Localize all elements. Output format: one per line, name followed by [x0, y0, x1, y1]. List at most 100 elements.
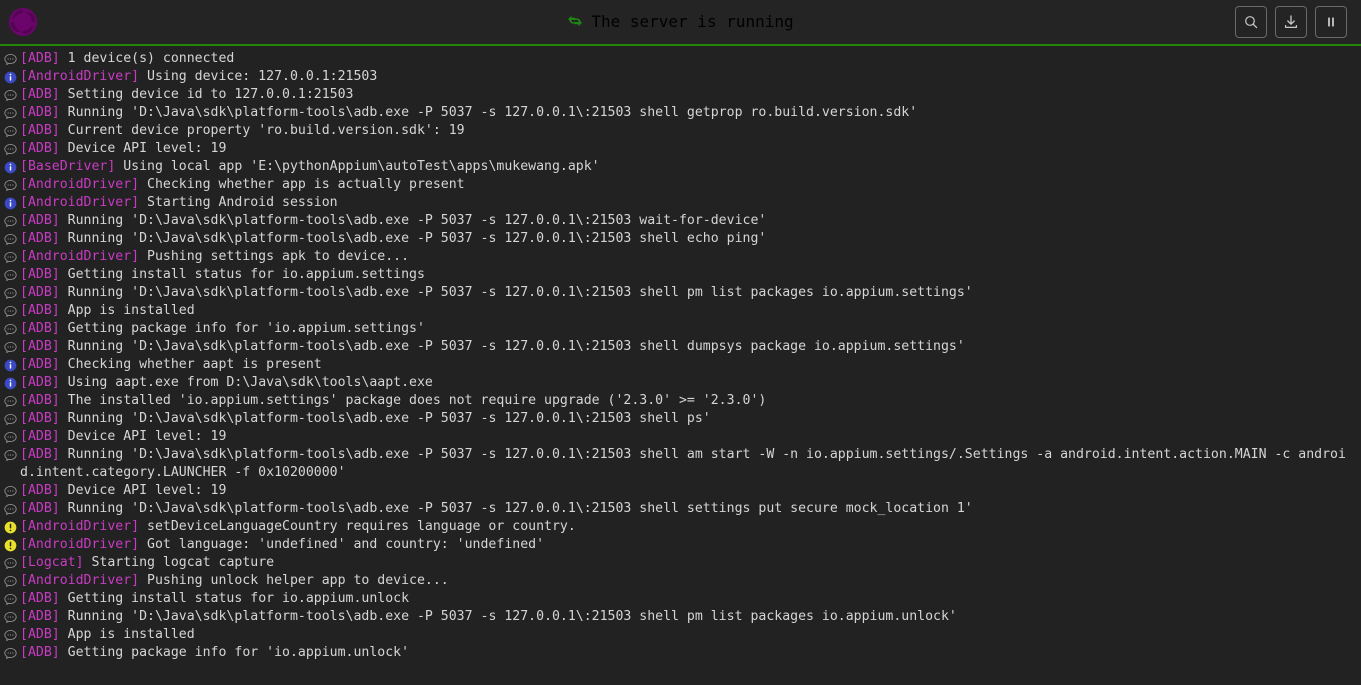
log-line: [ADB] Device API level: 19: [0, 428, 1361, 446]
debug-icon: [0, 338, 20, 356]
debug-icon: [0, 140, 20, 158]
log-line-text: [AndroidDriver] Pushing settings apk to …: [20, 248, 1357, 266]
log-tag: [ADB]: [20, 321, 60, 336]
log-line-text: [ADB] Running 'D:\Java\sdk\platform-tool…: [20, 284, 1357, 302]
log-line: [ADB] Getting install status for io.appi…: [0, 590, 1361, 608]
download-logs-button[interactable]: [1275, 6, 1307, 38]
log-line: [ADB] Using aapt.exe from D:\Java\sdk\to…: [0, 374, 1361, 392]
log-message: Checking whether app is actually present: [139, 177, 465, 192]
log-line-text: [ADB] Running 'D:\Java\sdk\platform-tool…: [20, 212, 1357, 230]
warning-icon: [0, 536, 20, 554]
log-tag: [BaseDriver]: [20, 159, 116, 174]
info-icon: [0, 374, 20, 392]
log-tag: [ADB]: [20, 213, 60, 228]
log-message: 1 device(s) connected: [59, 51, 235, 66]
log-tag: [ADB]: [20, 123, 60, 138]
debug-icon: [0, 104, 20, 122]
log-line-text: [ADB] Running 'D:\Java\sdk\platform-tool…: [20, 410, 1357, 428]
log-line-text: [ADB] Running 'D:\Java\sdk\platform-tool…: [20, 230, 1357, 248]
log-line-text: [ADB] The installed 'io.appium.settings'…: [20, 392, 1357, 410]
log-line-text: [ADB] Setting device id to 127.0.0.1:215…: [20, 86, 1357, 104]
log-line: [ADB] Getting package info for 'io.appiu…: [0, 320, 1361, 338]
log-line-text: [Logcat] Starting logcat capture: [20, 554, 1357, 572]
log-tag: [ADB]: [20, 483, 60, 498]
search-button[interactable]: [1235, 6, 1267, 38]
log-message: Starting logcat capture: [83, 555, 275, 570]
log-message: Using device: 127.0.0.1:21503: [139, 69, 378, 84]
log-line-text: [ADB] Getting install status for io.appi…: [20, 266, 1357, 284]
log-message: Running 'D:\Java\sdk\platform-tools\adb.…: [59, 105, 918, 120]
debug-icon: [0, 446, 20, 464]
log-line-text: [AndroidDriver] Pushing unlock helper ap…: [20, 572, 1357, 590]
log-line-text: [ADB] Current device property 'ro.build.…: [20, 122, 1357, 140]
log-line: [ADB] Running 'D:\Java\sdk\platform-tool…: [0, 608, 1361, 626]
log-line: [ADB] The installed 'io.appium.settings'…: [0, 392, 1361, 410]
log-line: [ADB] Setting device id to 127.0.0.1:215…: [0, 86, 1361, 104]
log-line-text: [AndroidDriver] setDeviceLanguageCountry…: [20, 518, 1357, 536]
log-line: [AndroidDriver] Starting Android session: [0, 194, 1361, 212]
pause-icon: [1323, 14, 1339, 30]
log-line-text: [ADB] Running 'D:\Java\sdk\platform-tool…: [20, 338, 1357, 356]
log-tag: [ADB]: [20, 141, 60, 156]
debug-icon: [0, 554, 20, 572]
log-line-text: [ADB] Running 'D:\Java\sdk\platform-tool…: [20, 104, 1357, 122]
debug-icon: [0, 212, 20, 230]
log-line-text: [ADB] Getting package info for 'io.appiu…: [20, 320, 1357, 338]
log-line: [AndroidDriver] Checking whether app is …: [0, 176, 1361, 194]
log-line: [ADB] Running 'D:\Java\sdk\platform-tool…: [0, 104, 1361, 122]
debug-icon: [0, 392, 20, 410]
debug-icon: [0, 302, 20, 320]
pause-logs-button[interactable]: [1315, 6, 1347, 38]
log-tag: [ADB]: [20, 429, 60, 444]
debug-icon: [0, 284, 20, 302]
debug-icon: [0, 482, 20, 500]
log-tag: [ADB]: [20, 267, 60, 282]
log-tag: [ADB]: [20, 357, 60, 372]
log-line-text: [ADB] App is installed: [20, 302, 1357, 320]
log-line-text: [ADB] Running 'D:\Java\sdk\platform-tool…: [20, 608, 1357, 626]
warning-icon: [0, 518, 20, 536]
log-line-text: [ADB] Device API level: 19: [20, 140, 1357, 158]
log-message: Checking whether aapt is present: [59, 357, 322, 372]
log-line: [ADB] Running 'D:\Java\sdk\platform-tool…: [0, 212, 1361, 230]
log-line: [BaseDriver] Using local app 'E:\pythonA…: [0, 158, 1361, 176]
log-tag: [ADB]: [20, 51, 60, 66]
log-tag: [AndroidDriver]: [20, 177, 140, 192]
log-line-text: [ADB] Getting package info for 'io.appiu…: [20, 644, 1357, 662]
log-line: [AndroidDriver] Pushing settings apk to …: [0, 248, 1361, 266]
appium-logo: [8, 7, 38, 37]
debug-icon: [0, 50, 20, 68]
log-message: Using aapt.exe from D:\Java\sdk\tools\aa…: [59, 375, 433, 390]
log-tag: [AndroidDriver]: [20, 195, 140, 210]
log-line-text: [ADB] 1 device(s) connected: [20, 50, 1357, 68]
log-line-text: [AndroidDriver] Got language: 'undefined…: [20, 536, 1357, 554]
appium-logo-wrap: [0, 7, 46, 37]
log-message: Device API level: 19: [59, 141, 227, 156]
sync-icon: [567, 13, 583, 29]
debug-icon: [0, 428, 20, 446]
info-icon: [0, 158, 20, 176]
log-message: Running 'D:\Java\sdk\platform-tools\adb.…: [59, 285, 973, 300]
info-icon: [0, 194, 20, 212]
log-tag: [AndroidDriver]: [20, 519, 140, 534]
log-tag: [Logcat]: [20, 555, 84, 570]
log-message: Current device property 'ro.build.versio…: [59, 123, 465, 138]
debug-icon: [0, 608, 20, 626]
log-line: [AndroidDriver] Using device: 127.0.0.1:…: [0, 68, 1361, 86]
log-message: App is installed: [59, 303, 195, 318]
log-line: [ADB] Getting package info for 'io.appiu…: [0, 644, 1361, 662]
log-tag: [ADB]: [20, 447, 60, 462]
app-header: The server is running: [0, 0, 1361, 46]
log-line-text: [ADB] Device API level: 19: [20, 482, 1357, 500]
log-line: [ADB] Running 'D:\Java\sdk\platform-tool…: [0, 410, 1361, 428]
log-message: Device API level: 19: [59, 429, 227, 444]
log-line: [AndroidDriver] setDeviceLanguageCountry…: [0, 518, 1361, 536]
log-message: Running 'D:\Java\sdk\platform-tools\adb.…: [59, 411, 711, 426]
log-line: [ADB] Current device property 'ro.build.…: [0, 122, 1361, 140]
log-tag: [ADB]: [20, 411, 60, 426]
log-message: Running 'D:\Java\sdk\platform-tools\adb.…: [59, 213, 767, 228]
log-line: [ADB] Running 'D:\Java\sdk\platform-tool…: [0, 230, 1361, 248]
log-tag: [ADB]: [20, 339, 60, 354]
debug-icon: [0, 410, 20, 428]
server-log-output[interactable]: [ADB] 1 device(s) connected [AndroidDrive…: [0, 46, 1361, 685]
